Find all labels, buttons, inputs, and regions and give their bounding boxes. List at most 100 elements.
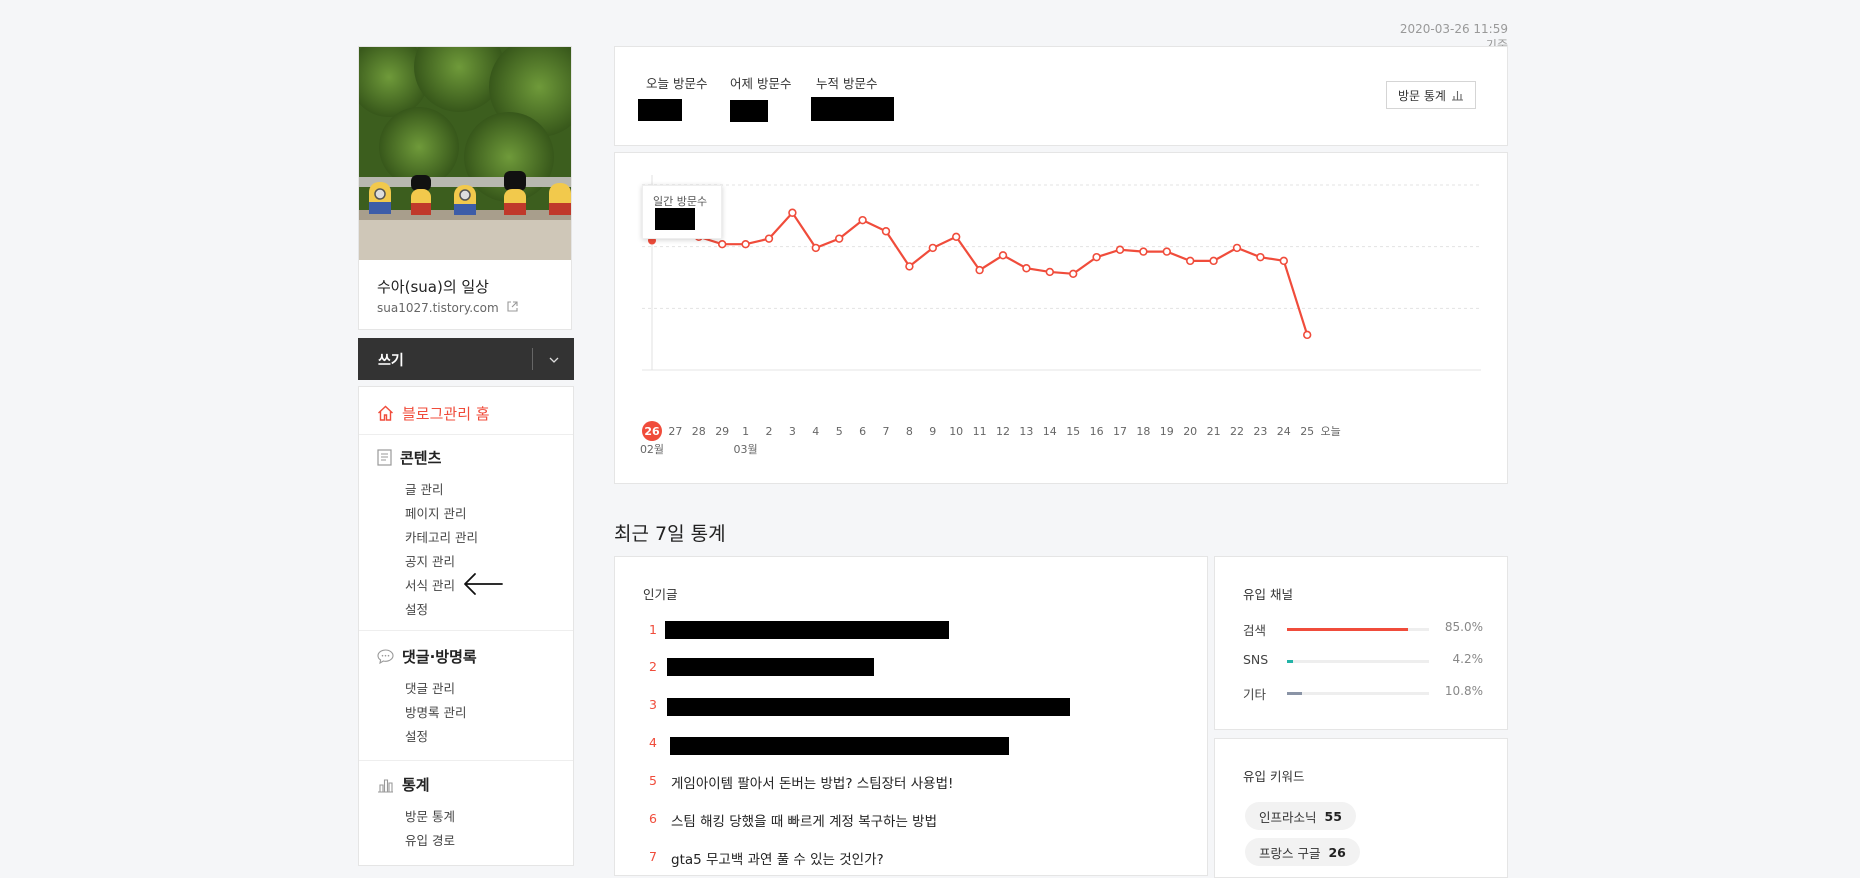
referrer-channels-title: 유입 채널 [1243,587,1293,602]
chart-point [1162,247,1171,256]
write-divider [532,348,533,370]
menu-section-label: 통계 [402,776,430,794]
chart-point [1092,252,1101,262]
chart-x-tick-label: 21 [1207,425,1221,438]
menu-item-page-manage[interactable]: 페이지 관리 [405,503,466,522]
chart-month-label: 03월 [734,443,758,456]
blog-url-text: sua1027.tistory.com [377,301,499,315]
write-dropdown-button[interactable] [542,348,566,370]
chart-x-tick-label: 12 [996,425,1010,438]
chart-x-tick-label: 27 [668,425,682,438]
chart-x-tick-label: 5 [836,425,843,438]
menu-divider [359,630,573,631]
post-title-link[interactable]: gta5 무고백 과연 풀 수 있는 것인가? [671,848,884,868]
menu-section-stats[interactable]: 통계 [377,774,430,795]
chart-x-tick-label: 15 [1066,425,1080,438]
chart-x-tick-label: 8 [906,425,913,438]
chart-point [1209,256,1218,266]
post-title-redacted[interactable] [667,658,874,676]
post-title-redacted[interactable] [670,737,1009,755]
chart-point [952,232,961,242]
total-visits-label: 누적 방문수 [816,76,878,91]
chart-x-tick-label: 17 [1113,425,1127,438]
chart-point [1279,256,1288,266]
yesterday-visits-redacted [730,100,768,122]
chart-month-label: 02월 [640,443,664,456]
menu-section-label: 댓글·방명록 [402,648,477,666]
chart-x-tick-label: 19 [1160,425,1174,438]
menu-item-notice-manage[interactable]: 공지 관리 [405,551,455,570]
chart-x-tick-label: 24 [1277,425,1291,438]
referrer-keywords-title: 유입 키워드 [1243,769,1305,784]
channel-percent: 4.2% [1452,652,1484,666]
chart-x-tick-label: 9 [929,425,936,438]
chart-x-tick-label: 14 [1043,425,1057,438]
menu-item-visit-stats[interactable]: 방문 통계 [405,806,455,825]
total-visits-redacted [811,97,894,121]
menu-item-guestbook-manage[interactable]: 방명록 관리 [405,702,466,721]
blog-url-link[interactable]: sua1027.tistory.com [377,301,518,315]
chart-x-tick-label: 25 [1300,425,1314,438]
chart-point [835,234,844,243]
chart-point [998,251,1008,260]
channel-bar-fill [1287,628,1408,631]
chart-x-tick-label: 28 [692,425,706,438]
chart-point [1115,245,1125,254]
chart-x-tick-label: 16 [1090,425,1104,438]
chart-point [764,234,774,243]
chart-point [1139,247,1148,256]
chart-x-tick-label: 3 [789,425,796,438]
chart-x-tick-label: 2 [766,425,773,438]
today-visits-label: 오늘 방문수 [646,76,708,91]
post-title-redacted[interactable] [665,621,949,639]
keyword-chip[interactable]: 인프라소닉 55 [1245,802,1356,830]
chart-point [881,227,891,236]
profile-card: 수아(sua)의 일상 sua1027.tistory.com [358,46,572,330]
chart-tooltip-label: 일간 방문수 [653,195,708,208]
chart-x-tick-label: 18 [1136,425,1150,438]
menu-section-contents[interactable]: 콘텐츠 [377,447,441,468]
profile-photo[interactable] [359,47,571,260]
visit-stats-button[interactable]: 방문 통계 [1386,81,1476,109]
chart-point [975,265,984,275]
blog-name[interactable]: 수아(sua)의 일상 [377,276,489,297]
chart-x-tick-label: 22 [1230,425,1244,438]
menu-section-label: 콘텐츠 [400,449,442,467]
menu-section-comments[interactable]: 댓글·방명록 [377,646,477,667]
menu-item-comment-manage[interactable]: 댓글 관리 [405,678,455,697]
comment-icon [377,649,394,664]
post-rank: 5 [649,773,657,788]
write-bar: 쓰기 [358,338,574,380]
write-button[interactable]: 쓰기 [378,350,404,370]
chart-x-tick-label: 26 [644,425,660,438]
chart-point [811,243,821,253]
chart-point [1256,252,1265,262]
channel-name: SNS [1243,652,1269,667]
menu-item-category-manage[interactable]: 카테고리 관리 [405,527,478,546]
chart-tooltip: 일간 방문수 [642,185,722,239]
post-title-redacted[interactable] [667,698,1070,716]
keyword-count: 55 [1324,808,1342,824]
channel-name: 기타 [1243,687,1267,702]
channel-bar-track [1287,628,1429,631]
menu-item-content-settings[interactable]: 설정 [405,599,428,618]
profile-image [359,47,571,260]
chart-x-tick-label: 13 [1019,425,1033,438]
chart-point [905,262,914,271]
menu-item-post-manage[interactable]: 글 관리 [405,479,443,498]
post-title-link[interactable]: 스팀 해킹 당했을 때 빠르게 계정 복구하는 방법 [671,810,937,830]
menu-item-referrer[interactable]: 유입 경로 [405,830,455,849]
channel-bar-track [1287,660,1429,663]
chart-point [1232,243,1242,253]
menu-item-comment-settings[interactable]: 설정 [405,726,428,745]
chart-point [1069,269,1078,279]
chevron-down-icon [549,357,559,363]
chart-point [1022,264,1031,273]
menu-item-template-manage[interactable]: 서식 관리 [405,575,455,594]
post-title-link[interactable]: 게임아이템 팔아서 돈버는 방법? 스팀장터 사용법! [671,772,953,792]
chart-point [741,239,750,249]
menu-home-link[interactable]: 블로그관리 홈 [377,401,490,425]
chart-point [788,208,797,217]
chart-x-tick-label: 7 [883,425,890,438]
post-rank: 3 [649,697,657,712]
